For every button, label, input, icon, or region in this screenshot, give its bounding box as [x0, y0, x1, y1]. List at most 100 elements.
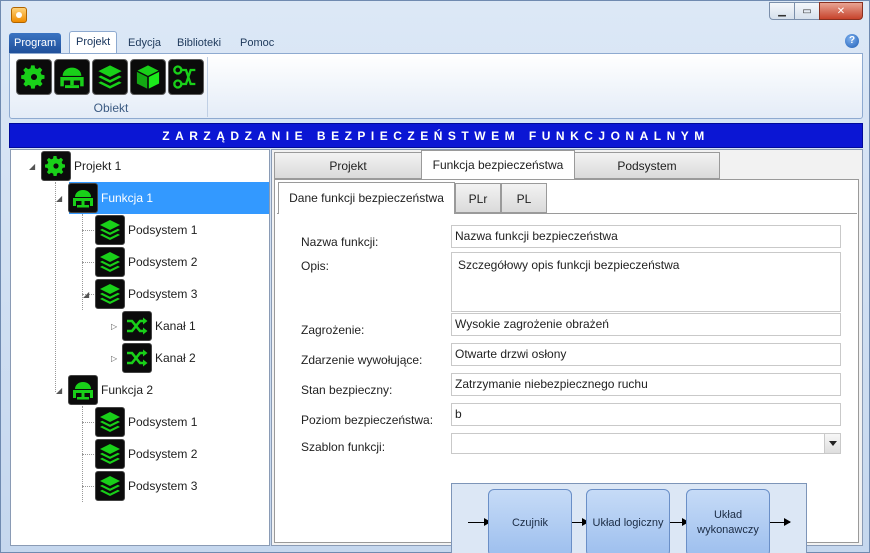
expand-channel2-toggle[interactable]: ▷ — [111, 354, 117, 363]
hazard-field[interactable]: Wysokie zagrożenie obrażeń — [451, 313, 841, 336]
add-project-button[interactable] — [16, 59, 52, 95]
layers-icon — [98, 442, 122, 466]
add-function-button[interactable] — [54, 59, 90, 95]
channel-icon — [172, 63, 200, 91]
app-window: ▁ ▭ ✕ Program Projekt Edycja Biblioteki … — [0, 0, 870, 553]
ribbon-group-label: Obiekt — [93, 101, 129, 115]
trigger-event-label: Zdarzenie wywołujące: — [301, 353, 423, 367]
menu-edycja[interactable]: Edycja — [122, 33, 167, 53]
tree-label: Podsystem 2 — [128, 255, 198, 269]
app-icon[interactable] — [11, 7, 27, 23]
function-name-field[interactable]: Nazwa funkcji bezpieczeństwa — [451, 225, 841, 248]
tree-label: Podsystem 1 — [128, 415, 198, 429]
tree-label: Kanał 1 — [155, 319, 196, 333]
tree-label: Podsystem 3 — [128, 479, 198, 493]
tree-node-f2-subsystem-1[interactable]: Podsystem 1 — [95, 407, 197, 437]
trigger-event-field[interactable]: Otwarte drzwi osłony — [451, 343, 841, 366]
name-label: Nazwa funkcji: — [301, 235, 379, 249]
tree-node-f2-subsystem-2[interactable]: Podsystem 2 — [95, 439, 197, 469]
gear-icon — [20, 63, 48, 91]
menu-biblioteki[interactable]: Biblioteki — [171, 33, 227, 53]
expand-function2-toggle[interactable]: ◢ — [56, 386, 62, 395]
logic-block[interactable]: Układ logiczny — [586, 489, 670, 553]
tree-label: Funkcja 1 — [101, 191, 154, 205]
menu-program[interactable]: Program — [9, 33, 62, 53]
tab-projekt[interactable]: Projekt — [274, 152, 422, 179]
input-arrow — [468, 518, 491, 526]
cube-icon — [134, 63, 162, 91]
ribbon-group-obiekt: Obiekt — [14, 57, 208, 117]
safe-state-field[interactable]: Zatrzymanie niebezpiecznego ruchu — [451, 373, 841, 396]
shuffle-icon — [125, 314, 149, 338]
tab-podsystem[interactable]: Podsystem — [574, 152, 720, 179]
title-bar: ▁ ▭ ✕ — [1, 1, 869, 29]
subtab-dane[interactable]: Dane funkcji bezpieczeństwa — [278, 182, 455, 214]
tab-content: PLr PL Nazwa funkcji: Nazwa funkcji bezp… — [274, 179, 859, 553]
gear-icon — [44, 154, 68, 178]
function-icon — [71, 378, 95, 402]
tree-node-function-1[interactable]: Funkcja 1 — [68, 183, 153, 213]
page-title: ZARZĄDZANIE BEZPIECZEŃSTWEM FUNKCJONALNY… — [9, 123, 863, 148]
layers-icon — [98, 218, 122, 242]
function-icon — [58, 63, 86, 91]
help-icon[interactable]: ? — [845, 34, 859, 48]
hazard-label: Zagrożenie: — [301, 323, 365, 337]
window-controls: ▁ ▭ ✕ — [769, 2, 863, 20]
tree-node-project[interactable]: Projekt 1 — [41, 151, 121, 181]
tree-node-subsystem-3[interactable]: Podsystem 3 — [95, 279, 197, 309]
layers-icon — [98, 410, 122, 434]
output-arrow — [770, 518, 791, 526]
tree-label: Funkcja 2 — [101, 383, 154, 397]
actuator-block[interactable]: Układ wykonawczy — [686, 489, 770, 553]
tree-node-function-2[interactable]: Funkcja 2 — [68, 375, 153, 405]
tree-label: Podsystem 1 — [128, 223, 198, 237]
function-block-diagram: Czujnik Układ logiczny Układ wykonawczy — [451, 483, 807, 553]
close-button[interactable]: ✕ — [819, 2, 863, 20]
tree-node-channel-1[interactable]: Kanał 1 — [122, 311, 196, 341]
tree-node-subsystem-1[interactable]: Podsystem 1 — [95, 215, 197, 245]
tree-label: Kanał 2 — [155, 351, 196, 365]
function-template-select[interactable] — [451, 433, 841, 454]
minimize-button[interactable]: ▁ — [769, 2, 795, 20]
function-template-label: Szablon funkcji: — [301, 440, 386, 454]
expand-function1-toggle[interactable]: ◢ — [56, 194, 62, 203]
details-pane: Projekt Podsystem PLr PL Nazwa funkcji: … — [271, 149, 863, 553]
add-channel-button[interactable] — [168, 59, 204, 95]
add-subsystem-button[interactable] — [92, 59, 128, 95]
project-tree[interactable]: ◢ Projekt 1 ◢ Funkcja 1 Podsystem 1 Pods… — [10, 149, 270, 546]
tab-funkcja[interactable]: Funkcja bezpieczeństwa — [421, 150, 575, 179]
expand-project-toggle[interactable]: ◢ — [29, 162, 35, 171]
add-component-button[interactable] — [130, 59, 166, 95]
menu-projekt[interactable]: Projekt — [69, 31, 118, 54]
description-field[interactable]: Szczegółowy opis funkcji bezpieczeństwa — [451, 252, 841, 312]
tree-label: Podsystem 2 — [128, 447, 198, 461]
sensor-block[interactable]: Czujnik — [488, 489, 572, 553]
menu-pomoc[interactable]: Pomoc — [234, 33, 280, 53]
tree-node-f2-subsystem-3[interactable]: Podsystem 3 — [95, 471, 197, 501]
close-icon: ✕ — [836, 5, 846, 17]
tree-node-subsystem-2[interactable]: Podsystem 2 — [95, 247, 197, 277]
function-icon — [71, 186, 95, 210]
expand-channel1-toggle[interactable]: ▷ — [111, 322, 117, 331]
menu-bar: Program Projekt Edycja Biblioteki Pomoc … — [9, 31, 863, 54]
safety-level-field[interactable]: b — [451, 403, 841, 426]
maximize-icon: ▭ — [802, 5, 812, 17]
maximize-button[interactable]: ▭ — [794, 2, 820, 20]
layers-icon — [98, 474, 122, 498]
layers-icon — [98, 250, 122, 274]
tree-node-channel-2[interactable]: Kanał 2 — [122, 343, 196, 373]
function-form: Nazwa funkcji: Nazwa funkcji bezpieczeńs… — [277, 213, 857, 553]
description-label: Opis: — [301, 259, 330, 273]
minimize-icon: ▁ — [778, 5, 786, 17]
shuffle-icon — [125, 346, 149, 370]
subtab-plr[interactable]: PLr — [455, 183, 501, 213]
layers-icon — [98, 282, 122, 306]
safe-state-label: Stan bezpieczny: — [301, 383, 393, 397]
safety-level-label: Poziom bezpieczeństwa: — [301, 413, 434, 427]
subtab-pl[interactable]: PL — [501, 183, 547, 213]
chevron-down-icon[interactable] — [824, 434, 840, 453]
expand-subsystem3-toggle[interactable]: ◢ — [83, 290, 89, 299]
tree-label: Podsystem 3 — [128, 287, 198, 301]
tree-label: Projekt 1 — [74, 159, 122, 173]
ribbon: Obiekt — [9, 53, 863, 119]
